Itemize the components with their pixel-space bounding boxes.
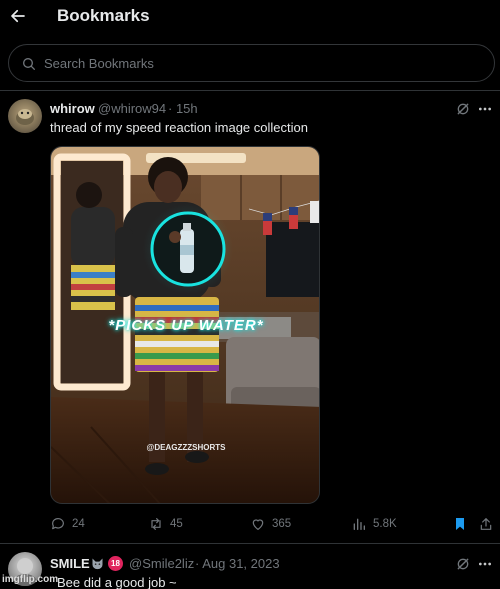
search-bar[interactable] [8,44,495,82]
like-icon [252,519,264,530]
tweet-timestamp[interactable]: · Aug 31, 2023 [195,556,280,571]
repost-button[interactable]: 45 [148,514,183,534]
imgflip-watermark: imgflip.com [2,574,59,585]
tweet-author-handle[interactable]: @Smile2liz [129,556,194,571]
like-button[interactable]: 365 [250,514,291,534]
grok-icon[interactable] [455,556,471,572]
bookmark-button[interactable] [452,514,468,534]
top-bar: Bookmarks [0,0,500,34]
tweet-author-name[interactable]: whirow [50,101,95,116]
tweet-timestamp[interactable]: · 15h [168,101,198,116]
more-icon[interactable] [477,101,493,117]
tweet-text: thread of my speed reaction image collec… [50,120,308,135]
page-title: Bookmarks [57,6,150,25]
divider [0,90,500,91]
like-count: 365 [272,518,292,530]
views-icon [353,518,365,530]
avatar[interactable] [8,99,42,133]
tweet-text: Bee did a good job ~ [57,575,177,589]
tweet-actions: 24 45 365 5.8K [0,514,500,534]
views-button[interactable]: 5.8K [351,514,397,534]
avatar-image [16,109,34,125]
views-count: 5.8K [373,518,397,530]
bookmark-icon [456,518,464,530]
tweet-media-image[interactable]: *PICKS UP WATER* @DEAGZZZSHORTS [50,146,320,504]
back-arrow-icon[interactable] [9,7,27,25]
share-button[interactable] [478,514,494,534]
repost-count: 45 [170,518,183,530]
media-watermark: @DEAGZZZSHORTS [146,443,226,452]
share-icon [480,518,492,530]
cat-emoji-icon [90,556,105,571]
divider [0,543,500,544]
media-caption: *PICKS UP WATER* [108,317,264,334]
more-icon[interactable] [477,556,493,572]
search-icon [23,58,35,70]
reply-icon [52,518,64,530]
grok-icon[interactable] [455,101,471,117]
age-badge-icon: 18 [108,556,123,571]
repost-icon [151,518,161,530]
reply-button[interactable]: 24 [50,514,85,534]
tweet-author-name[interactable]: SMILE [50,556,90,571]
reply-count: 24 [72,518,85,530]
tweet-author-handle[interactable]: @whirow94 [98,101,166,116]
search-input[interactable] [44,45,484,81]
